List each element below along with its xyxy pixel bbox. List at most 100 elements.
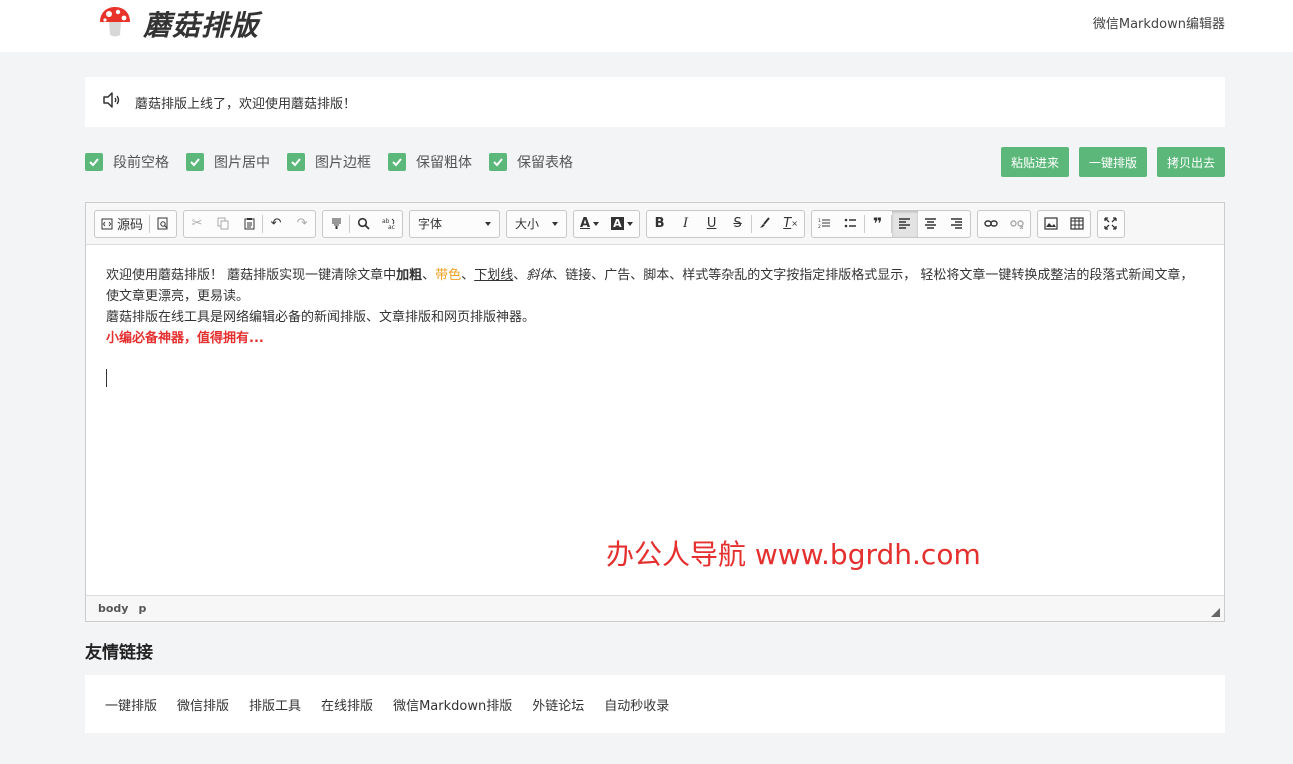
path-p[interactable]: p bbox=[138, 602, 146, 615]
mushroom-logo-icon bbox=[97, 4, 133, 44]
logo[interactable]: 蘑菇排版 bbox=[97, 4, 259, 44]
paragraph-3: 小编必备神器，值得拥有... bbox=[106, 331, 264, 346]
option-image-border[interactable]: 图片边框 bbox=[287, 152, 371, 172]
font-size-select[interactable]: 大小 bbox=[506, 209, 568, 238]
notice-bar: 蘑菇排版上线了，欢迎使用蘑菇排版！ bbox=[85, 77, 1225, 127]
option-label: 保留表格 bbox=[517, 155, 573, 171]
bold-icon[interactable]: B bbox=[647, 211, 673, 237]
toolbar-group-text-style: B I U S T × bbox=[645, 209, 805, 238]
paragraph-2: 蘑菇排版在线工具是网络编辑必备的新闻排版、文章排版和网页排版神器。 bbox=[106, 310, 536, 325]
align-center-icon[interactable] bbox=[918, 211, 944, 237]
watermark: 办公人导航 www.bgrdh.com bbox=[606, 538, 981, 571]
undo-icon[interactable]: ↶ bbox=[263, 211, 289, 237]
checkbox-checked-icon[interactable] bbox=[287, 153, 305, 171]
editor-content[interactable]: 欢迎使用蘑菇排版！ 蘑菇排版实现一键清除文章中加粗、带色、下划线、斜体、链接、广… bbox=[106, 265, 1196, 349]
bold-text: 加粗 bbox=[396, 268, 423, 283]
link-icon[interactable] bbox=[978, 211, 1004, 237]
italic-text: 斜体 bbox=[526, 268, 553, 283]
svg-text:2: 2 bbox=[818, 224, 821, 230]
resize-handle-icon[interactable] bbox=[1211, 608, 1220, 617]
colored-text: 带色 bbox=[435, 268, 462, 283]
logo-text: 蘑菇排版 bbox=[143, 9, 260, 42]
format-painter-icon[interactable] bbox=[323, 211, 349, 237]
toolbar-group-tools: ab ac bbox=[322, 209, 404, 238]
size-select-label: 大小 bbox=[515, 217, 540, 231]
friend-links-title: 友情链接 bbox=[85, 643, 153, 663]
clear-format-icon[interactable]: T × bbox=[778, 211, 804, 237]
chevron-down-icon bbox=[552, 221, 559, 226]
friend-link[interactable]: 微信排版 bbox=[177, 695, 229, 714]
font-select-label: 字体 bbox=[418, 217, 443, 231]
path-body[interactable]: body bbox=[98, 602, 128, 615]
blockquote-icon[interactable]: ❞ bbox=[865, 211, 891, 237]
chevron-down-icon bbox=[485, 221, 492, 226]
paste-in-button[interactable]: 粘贴进来 bbox=[1000, 147, 1069, 177]
text-cursor bbox=[106, 369, 107, 387]
source-label: 源码 bbox=[117, 218, 144, 233]
strikethrough-icon[interactable]: S bbox=[725, 211, 751, 237]
redo-icon[interactable]: ↷ bbox=[289, 211, 315, 237]
background-color-icon[interactable]: A bbox=[605, 211, 639, 237]
svg-text:1: 1 bbox=[818, 218, 821, 224]
unlink-icon[interactable] bbox=[1004, 211, 1030, 237]
friend-link[interactable]: 一键排版 bbox=[105, 695, 157, 714]
markdown-editor-link[interactable]: 微信Markdown编辑器 bbox=[1093, 13, 1225, 32]
element-path-bar: body p bbox=[86, 595, 1224, 621]
toolbar-group-colors: A A bbox=[573, 209, 640, 238]
image-icon[interactable] bbox=[1038, 211, 1064, 237]
replace-icon[interactable]: ab ac bbox=[376, 211, 402, 237]
checkbox-checked-icon[interactable] bbox=[85, 153, 103, 171]
source-button[interactable]: 源码 bbox=[95, 211, 149, 237]
option-label: 段前空格 bbox=[113, 155, 169, 171]
notice-text: 蘑菇排版上线了，欢迎使用蘑菇排版！ bbox=[135, 96, 357, 112]
rich-text-editor: 源码 ✂ ↶ ↷ ab ac 字体 大小 A A B I U S T × 1 2… bbox=[85, 202, 1225, 622]
table-icon[interactable] bbox=[1064, 211, 1090, 237]
toolbar-group-clipboard: ✂ ↶ ↷ bbox=[183, 209, 317, 238]
svg-text:ac: ac bbox=[388, 224, 395, 230]
editor-toolbar: 源码 ✂ ↶ ↷ ab ac 字体 大小 A A B I U S T × 1 2… bbox=[86, 203, 1224, 245]
option-keep-bold[interactable]: 保留粗体 bbox=[388, 152, 472, 172]
paste-icon[interactable] bbox=[236, 211, 262, 237]
option-image-center[interactable]: 图片居中 bbox=[186, 152, 270, 172]
header: 蘑菇排版 微信Markdown编辑器 bbox=[0, 0, 1293, 52]
copy-icon[interactable] bbox=[210, 211, 236, 237]
ordered-list-icon[interactable]: 12 bbox=[812, 211, 838, 237]
align-left-icon[interactable] bbox=[891, 210, 918, 237]
fullscreen-icon[interactable] bbox=[1098, 211, 1124, 237]
speaker-icon bbox=[101, 90, 121, 114]
toolbar-group-paragraph: 12 ❞ bbox=[810, 209, 971, 238]
friend-link[interactable]: 外链论坛 bbox=[532, 695, 584, 714]
friend-link[interactable]: 排版工具 bbox=[249, 695, 301, 714]
format-options: 段前空格 图片居中 图片边框 保留粗体 保留表格 bbox=[85, 152, 590, 172]
toolbar-group-insert bbox=[1036, 209, 1091, 238]
one-click-format-button[interactable]: 一键排版 bbox=[1078, 147, 1147, 177]
underline-icon[interactable]: U bbox=[699, 211, 725, 237]
find-icon[interactable] bbox=[350, 211, 376, 237]
toolbar-group-link bbox=[976, 209, 1031, 238]
option-label: 图片居中 bbox=[214, 155, 270, 171]
italic-icon[interactable]: I bbox=[673, 211, 699, 237]
friend-link[interactable]: 微信Markdown排版 bbox=[393, 695, 512, 714]
friend-link[interactable]: 在线排版 bbox=[321, 695, 373, 714]
checkbox-checked-icon[interactable] bbox=[489, 153, 507, 171]
checkbox-checked-icon[interactable] bbox=[186, 153, 204, 171]
paragraph-1: 欢迎使用蘑菇排版！ 蘑菇排版实现一键清除文章中加粗、带色、下划线、斜体、链接、广… bbox=[106, 268, 1194, 304]
action-buttons: 粘贴进来 一键排版 拷贝出去 bbox=[991, 147, 1225, 177]
font-color-icon[interactable]: A bbox=[574, 211, 605, 237]
align-right-icon[interactable] bbox=[944, 211, 970, 237]
preview-icon[interactable] bbox=[150, 211, 176, 237]
cut-icon[interactable]: ✂ bbox=[184, 211, 210, 237]
source-icon bbox=[101, 218, 113, 229]
option-keep-table[interactable]: 保留表格 bbox=[489, 152, 573, 172]
checkbox-checked-icon[interactable] bbox=[388, 153, 406, 171]
option-label: 图片边框 bbox=[315, 155, 371, 171]
font-family-select[interactable]: 字体 bbox=[409, 209, 501, 238]
option-label: 保留粗体 bbox=[416, 155, 472, 171]
unordered-list-icon[interactable] bbox=[838, 211, 864, 237]
option-paragraph-indent[interactable]: 段前空格 bbox=[85, 152, 169, 172]
underlined-text: 下划线 bbox=[474, 268, 514, 283]
toolbar-group-source: 源码 bbox=[94, 209, 178, 238]
clear-brush-icon[interactable] bbox=[752, 211, 778, 237]
copy-out-button[interactable]: 拷贝出去 bbox=[1156, 147, 1225, 177]
friend-link[interactable]: 自动秒收录 bbox=[604, 695, 669, 714]
